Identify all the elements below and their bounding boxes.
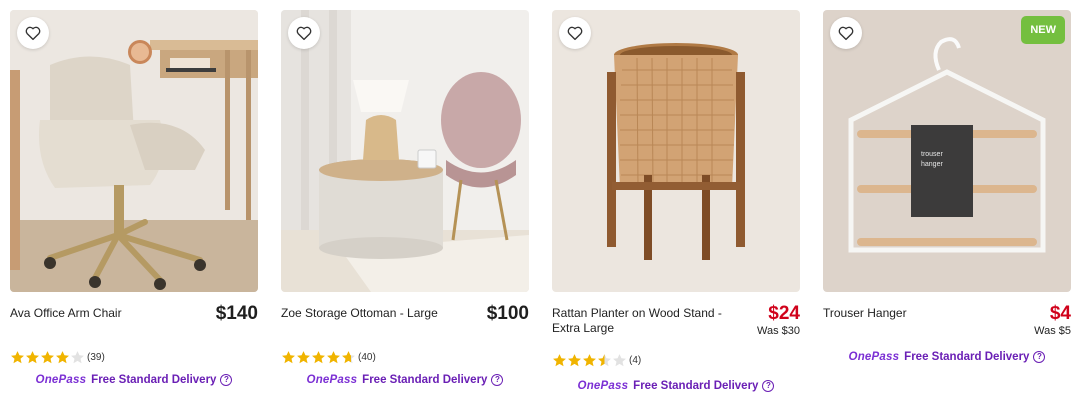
help-icon[interactable]: ? (762, 380, 775, 392)
price-box: $4 Was $5 (1034, 303, 1071, 338)
star-icon (583, 353, 596, 366)
planter-photo (552, 10, 800, 292)
star-icon (312, 350, 325, 363)
price-box: $100 (487, 303, 529, 325)
product-card[interactable]: trouser hanger NEW Trouser Hanger $4 Was… (823, 10, 1071, 392)
star-icon (71, 350, 84, 363)
heart-icon (567, 26, 583, 41)
onepass-logo: OnePass (848, 351, 900, 363)
product-card[interactable]: Rattan Planter on Wood Stand - Extra Lar… (552, 10, 800, 392)
delivery-text: Free Standard Delivery (904, 351, 1030, 363)
delivery-text: Free Standard Delivery (91, 374, 217, 386)
star-icon (11, 350, 24, 363)
delivery-info: OnePass Free Standard Delivery ? (823, 351, 1071, 363)
product-grid: Ava Office Arm Chair $140 (39) OnePass F… (10, 10, 1071, 392)
product-price: $140 (215, 303, 258, 324)
product-info: Rattan Planter on Wood Stand - Extra Lar… (552, 303, 800, 346)
product-name[interactable]: Rattan Planter on Wood Stand - Extra Lar… (552, 306, 722, 336)
product-name[interactable]: Zoe Storage Ottoman - Large (281, 306, 451, 321)
wishlist-heart-button[interactable] (830, 17, 862, 49)
star-icon (26, 350, 39, 363)
review-count: (39) (87, 351, 105, 363)
star-rating (281, 350, 356, 365)
delivery-text: Free Standard Delivery (633, 380, 759, 392)
product-price: $4 (1049, 303, 1071, 324)
review-count: (4) (629, 354, 642, 366)
product-image[interactable] (552, 10, 800, 292)
hanger-photo: trouser hanger (823, 10, 1071, 292)
star-icon (568, 353, 581, 366)
onepass-logo: OnePass (577, 380, 629, 392)
product-price: $100 (486, 303, 529, 324)
heart-icon (25, 26, 41, 41)
star-icon (41, 350, 54, 363)
help-icon[interactable]: ? (491, 374, 504, 386)
onepass-logo: OnePass (306, 374, 358, 386)
product-name[interactable]: Ava Office Arm Chair (10, 306, 180, 321)
ottoman-photo (281, 10, 529, 292)
star-icon (613, 353, 626, 366)
product-card[interactable]: Ava Office Arm Chair $140 (39) OnePass F… (10, 10, 258, 392)
star-rating (552, 353, 627, 368)
star-rating (10, 350, 85, 365)
help-icon[interactable]: ? (1033, 351, 1046, 363)
rating[interactable]: (39) (10, 349, 258, 365)
product-info: Ava Office Arm Chair $140 (10, 303, 258, 346)
product-image[interactable]: trouser hanger NEW (823, 10, 1071, 292)
product-image[interactable] (10, 10, 258, 292)
delivery-info: OnePass Free Standard Delivery ? (10, 374, 258, 386)
wishlist-heart-button[interactable] (17, 17, 49, 49)
product-info: Trouser Hanger $4 Was $5 (823, 303, 1071, 346)
product-price: $24 (768, 303, 800, 324)
star-icon (56, 350, 69, 363)
price-box: $24 Was $30 (757, 303, 800, 338)
price-box: $140 (216, 303, 258, 325)
product-card[interactable]: Zoe Storage Ottoman - Large $100 (40) On… (281, 10, 529, 392)
review-count: (40) (358, 351, 376, 363)
star-icon (282, 350, 295, 363)
product-info: Zoe Storage Ottoman - Large $100 (281, 303, 529, 346)
wishlist-heart-button[interactable] (288, 17, 320, 49)
star-icon (342, 350, 355, 363)
delivery-info: OnePass Free Standard Delivery ? (281, 374, 529, 386)
help-icon[interactable]: ? (220, 374, 233, 386)
delivery-text: Free Standard Delivery (362, 374, 488, 386)
new-badge: NEW (1021, 16, 1065, 44)
packaging-line-1: trouser (921, 151, 943, 158)
product-image[interactable] (281, 10, 529, 292)
star-icon (598, 353, 611, 366)
heart-icon (296, 26, 312, 41)
was-price: Was $5 (1034, 325, 1071, 337)
delivery-info: OnePass Free Standard Delivery ? (552, 380, 800, 392)
heart-icon (838, 26, 854, 41)
wishlist-heart-button[interactable] (559, 17, 591, 49)
packaging-line-2: hanger (921, 161, 943, 168)
onepass-logo: OnePass (35, 374, 87, 386)
star-icon (553, 353, 566, 366)
rating[interactable]: (40) (281, 349, 529, 365)
star-icon (327, 350, 340, 363)
rating[interactable]: (4) (552, 352, 800, 368)
chair-photo (10, 10, 258, 292)
product-name[interactable]: Trouser Hanger (823, 306, 993, 321)
star-icon (297, 350, 310, 363)
was-price: Was $30 (756, 325, 800, 337)
